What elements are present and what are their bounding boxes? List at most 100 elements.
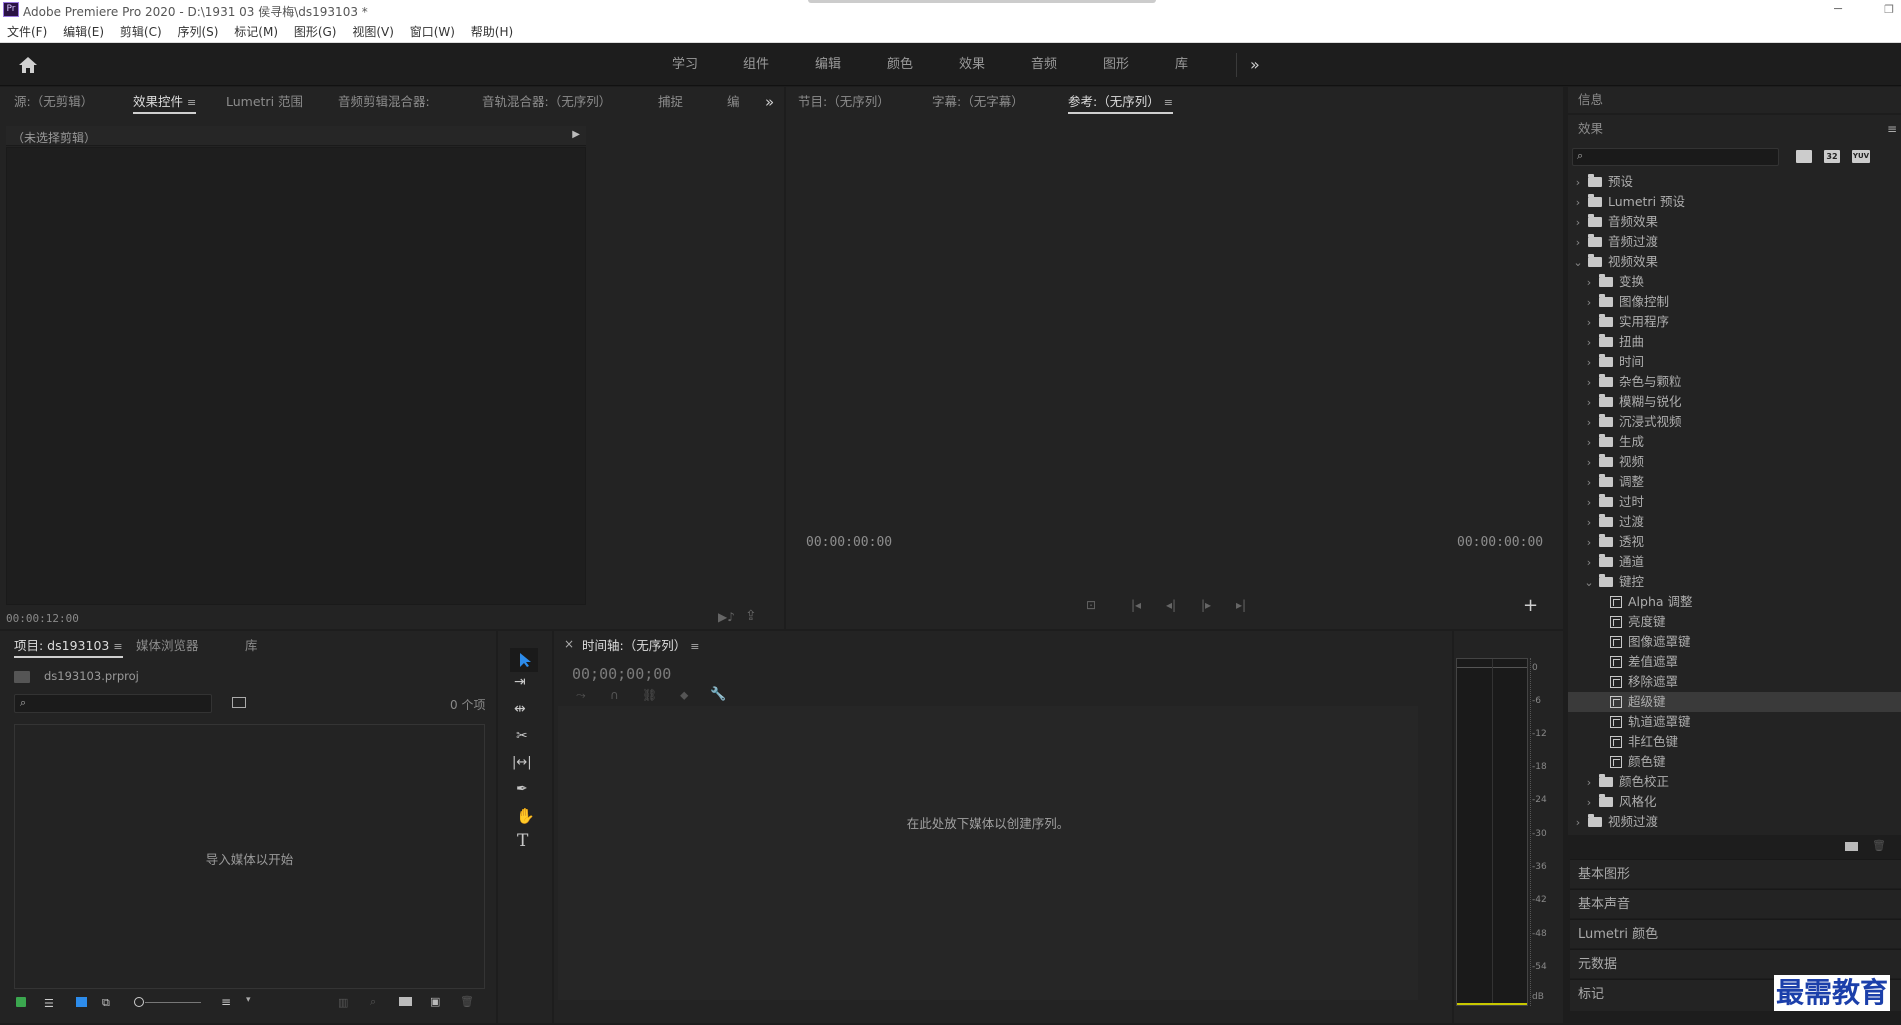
chevron-right-icon[interactable]: › [1583, 513, 1595, 533]
tab-audio-clip-mixer[interactable]: 音频剪辑混合器: [338, 87, 430, 117]
button-editor-add-icon[interactable]: + [1523, 595, 1538, 616]
effects-tree-item[interactable]: › 音频效果 [1568, 212, 1901, 232]
panel-metadata[interactable]: 元数据 [1570, 949, 1901, 978]
timeline-close-icon[interactable]: × [564, 637, 574, 651]
chevron-right-icon[interactable]: › [1583, 413, 1595, 433]
icon-view-icon[interactable] [76, 997, 87, 1007]
play-audio-icon[interactable]: ▶♪ [718, 610, 735, 624]
linked-selection-icon[interactable]: ⛓ [642, 688, 657, 702]
chevron-right-icon[interactable]: › [1583, 273, 1595, 293]
selection-tool-icon[interactable] [518, 652, 532, 668]
effects-tree-item[interactable]: 亮度键 [1568, 612, 1901, 632]
effects-tree-item[interactable]: › 视频 [1568, 452, 1901, 472]
go-to-out-icon[interactable]: ▸| [1236, 598, 1246, 612]
effects-tree-item[interactable]: Alpha 调整 [1568, 592, 1901, 612]
panel-essential-sound[interactable]: 基本声音 [1570, 889, 1901, 918]
menu-marker[interactable]: 标记(M) [234, 21, 278, 43]
list-view-icon[interactable]: ☰ [44, 997, 54, 1010]
effects-tree-item[interactable]: › 风格化 [1568, 792, 1901, 812]
timeline-timecode[interactable]: 00;00;00;00 [572, 665, 671, 683]
tab-reference[interactable]: 参考:（无序列） ≡ [1068, 87, 1173, 117]
tab-info[interactable]: 信息 [1578, 87, 1603, 113]
effects-search-input[interactable]: ⌕ [1572, 148, 1779, 166]
chevron-right-icon[interactable]: › [1583, 293, 1595, 313]
sort-dropdown-icon[interactable]: ▾ [246, 995, 251, 1005]
chevron-right-icon[interactable]: › [1583, 353, 1595, 373]
workspace-audio[interactable]: 音频 [1031, 43, 1057, 86]
effects-tree-item[interactable]: › 时间 [1568, 352, 1901, 372]
chevron-right-icon[interactable]: › [1583, 773, 1595, 793]
tab-media-browser[interactable]: 媒体浏览器 [136, 631, 199, 661]
effects-tree-item[interactable]: › 扭曲 [1568, 332, 1901, 352]
chevron-right-icon[interactable]: › [1572, 213, 1584, 233]
chevron-down-icon[interactable]: ⌄ [1583, 573, 1595, 593]
workspace-learn[interactable]: 学习 [672, 43, 698, 86]
workspace-color[interactable]: 颜色 [887, 43, 913, 86]
effects-tree-item[interactable]: › 预设 [1568, 172, 1901, 192]
marker-icon[interactable]: ⊡ [1086, 598, 1096, 612]
effects-tree-item[interactable]: › 视频过渡 [1568, 812, 1901, 832]
effects-tree-item[interactable]: › 图像控制 [1568, 292, 1901, 312]
tab-edit-truncated[interactable]: 编 [727, 87, 740, 117]
menu-help[interactable]: 帮助(H) [471, 21, 513, 43]
program-timecode-left[interactable]: 00:00:00:00 [806, 535, 892, 550]
sort-icon[interactable]: ≡ [221, 995, 231, 1009]
delete-custom-item-icon[interactable]: 🗑 [1872, 839, 1886, 852]
new-custom-bin-icon[interactable] [1845, 842, 1858, 851]
effects-tree-item[interactable]: › 通道 [1568, 552, 1901, 572]
menu-file[interactable]: 文件(F) [7, 21, 47, 43]
tab-timeline[interactable]: 时间轴:（无序列） ≡ [582, 631, 699, 661]
effects-tree-item[interactable]: 颜色键 [1568, 752, 1901, 772]
chevron-right-icon[interactable]: › [1583, 433, 1595, 453]
chevron-right-icon[interactable]: › [1583, 793, 1595, 813]
timeline-track-area[interactable]: 在此处放下媒体以创建序列。 [558, 706, 1418, 1000]
new-bin-icon[interactable] [399, 997, 412, 1006]
menu-window[interactable]: 窗口(W) [410, 21, 455, 43]
tab-libraries[interactable]: 库 [245, 631, 258, 661]
slip-tool-icon[interactable]: |↔| [512, 755, 532, 770]
menu-clip[interactable]: 剪辑(C) [120, 21, 162, 43]
chevron-down-icon[interactable]: ⌄ [1572, 253, 1584, 273]
automate-sequence-icon[interactable]: ▥ [338, 996, 348, 1009]
effects-tree-item[interactable]: › 变换 [1568, 272, 1901, 292]
tab-overflow-icon[interactable]: » [765, 87, 774, 117]
effects-tree-item[interactable]: › 调整 [1568, 472, 1901, 492]
effects-tree-item[interactable]: › 模糊与锐化 [1568, 392, 1901, 412]
effects-tree-item[interactable]: 轨道遮罩键 [1568, 712, 1901, 732]
zoom-slider-track[interactable] [145, 1002, 201, 1003]
tab-source[interactable]: 源:（无剪辑） [14, 87, 93, 117]
tab-captions[interactable]: 字幕:（无字幕） [932, 87, 1024, 117]
chevron-right-icon[interactable]: › [1583, 453, 1595, 473]
new-item-icon[interactable]: ▣ [430, 995, 440, 1008]
ripple-edit-tool-icon[interactable]: ⇹ [514, 701, 526, 717]
wrench-icon[interactable]: 🔧 [710, 687, 726, 702]
chevron-right-icon[interactable]: › [1572, 193, 1584, 213]
chevron-right-icon[interactable]: › [1583, 493, 1595, 513]
go-to-in-icon[interactable]: |◂ [1131, 598, 1141, 612]
find-icon[interactable]: ⌕ [370, 995, 376, 1009]
tab-effect-controls[interactable]: 效果控件 ≡ [133, 87, 197, 117]
yuv-effects-icon[interactable]: YUV [1852, 150, 1870, 163]
export-icon[interactable]: ⇪ [745, 608, 757, 624]
tab-program[interactable]: 节目:（无序列） [798, 87, 890, 117]
workspace-assembly[interactable]: 组件 [743, 43, 769, 86]
menu-sequence[interactable]: 序列(S) [177, 21, 218, 43]
chevron-right-icon[interactable]: › [1583, 333, 1595, 353]
effects-tree-item[interactable]: 图像遮罩键 [1568, 632, 1901, 652]
chevron-right-icon[interactable]: › [1583, 393, 1595, 413]
tab-audio-track-mixer[interactable]: 音轨混合器:（无序列） [482, 87, 611, 117]
tab-project[interactable]: 项目: ds193103 ≡ [14, 631, 123, 661]
effects-tree-item[interactable]: 移除遮罩 [1568, 672, 1901, 692]
effects-menu-icon[interactable]: ≡ [1887, 122, 1897, 136]
effects-tree-item[interactable]: ⌄ 键控 [1568, 572, 1901, 592]
home-icon[interactable] [18, 56, 38, 74]
effects-tree-item[interactable]: › 沉浸式视频 [1568, 412, 1901, 432]
chevron-right-icon[interactable]: › [1583, 313, 1595, 333]
hand-tool-icon[interactable]: ✋ [516, 807, 535, 825]
new-search-bin-icon[interactable] [232, 697, 246, 708]
tab-capture[interactable]: 捕捉 [658, 87, 683, 117]
project-search-input[interactable]: ⌕ [14, 694, 212, 713]
tab-effects[interactable]: 效果 [1578, 115, 1603, 143]
workspace-libraries[interactable]: 库 [1175, 43, 1188, 86]
workspace-overflow-icon[interactable]: » [1250, 43, 1260, 86]
